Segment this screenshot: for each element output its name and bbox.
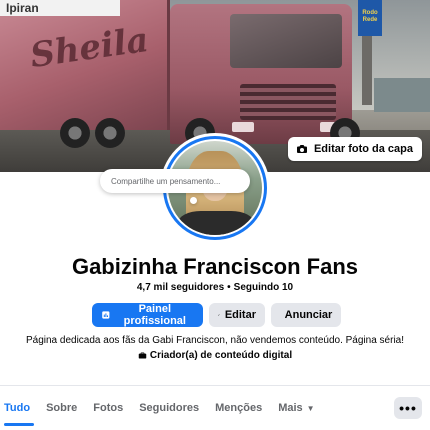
tabs-divider — [0, 385, 430, 386]
camera-icon — [296, 145, 307, 153]
edit-cover-label: Editar foto da capa — [313, 143, 413, 155]
thought-bubble[interactable]: Compartilhe um pensamento... — [100, 169, 250, 193]
profile-actions: Painel profissional Editar Anunciar — [0, 303, 430, 327]
tab-photos[interactable]: Fotos — [85, 390, 131, 426]
edit-page-button[interactable]: Editar — [209, 303, 265, 327]
tab-all[interactable]: Tudo — [0, 390, 38, 426]
professional-dashboard-button[interactable]: Painel profissional — [92, 303, 203, 327]
thought-placeholder: Compartilhe um pensamento... — [111, 176, 221, 186]
followers-link[interactable]: 4,7 mil seguidores — [137, 282, 224, 293]
trailer-logo-text: Sheila — [27, 19, 151, 77]
tab-followers[interactable]: Seguidores — [131, 390, 207, 426]
profile-page: Ipiran Sheila Rodo Rede Editar foto da c… — [0, 0, 430, 430]
chevron-down-icon: ▼ — [306, 403, 315, 413]
tab-about[interactable]: Sobre — [38, 390, 85, 426]
page-bio: Página dedicada aos fãs da Gabi Francisc… — [25, 335, 405, 346]
tab-more[interactable]: Mais ▼ — [270, 390, 322, 426]
briefcase-icon — [138, 352, 147, 359]
thought-bubble-tail — [190, 197, 197, 204]
bar-chart-icon — [102, 311, 110, 319]
truck-trailer: Ipiran Sheila — [0, 0, 170, 130]
road-sign: Rodo Rede — [358, 0, 382, 36]
follow-stats: 4,7 mil seguidores • Seguindo 10 — [136, 282, 294, 293]
advertise-button[interactable]: Anunciar — [271, 303, 341, 327]
tab-mentions[interactable]: Menções — [207, 390, 270, 426]
more-options-button[interactable]: ••• — [394, 397, 422, 419]
profile-tabs: Tudo Sobre Fotos Seguidores Menções Mais… — [0, 390, 430, 426]
edit-cover-photo-button[interactable]: Editar foto da capa — [287, 137, 422, 161]
following-link[interactable]: Seguindo 10 — [234, 282, 293, 293]
page-title: Gabizinha Franciscon Fans — [71, 254, 359, 279]
page-category: Criador(a) de conteúdo digital — [0, 350, 430, 361]
trailer-brand-text: Ipiran — [6, 1, 39, 15]
pencil-icon — [218, 314, 220, 316]
